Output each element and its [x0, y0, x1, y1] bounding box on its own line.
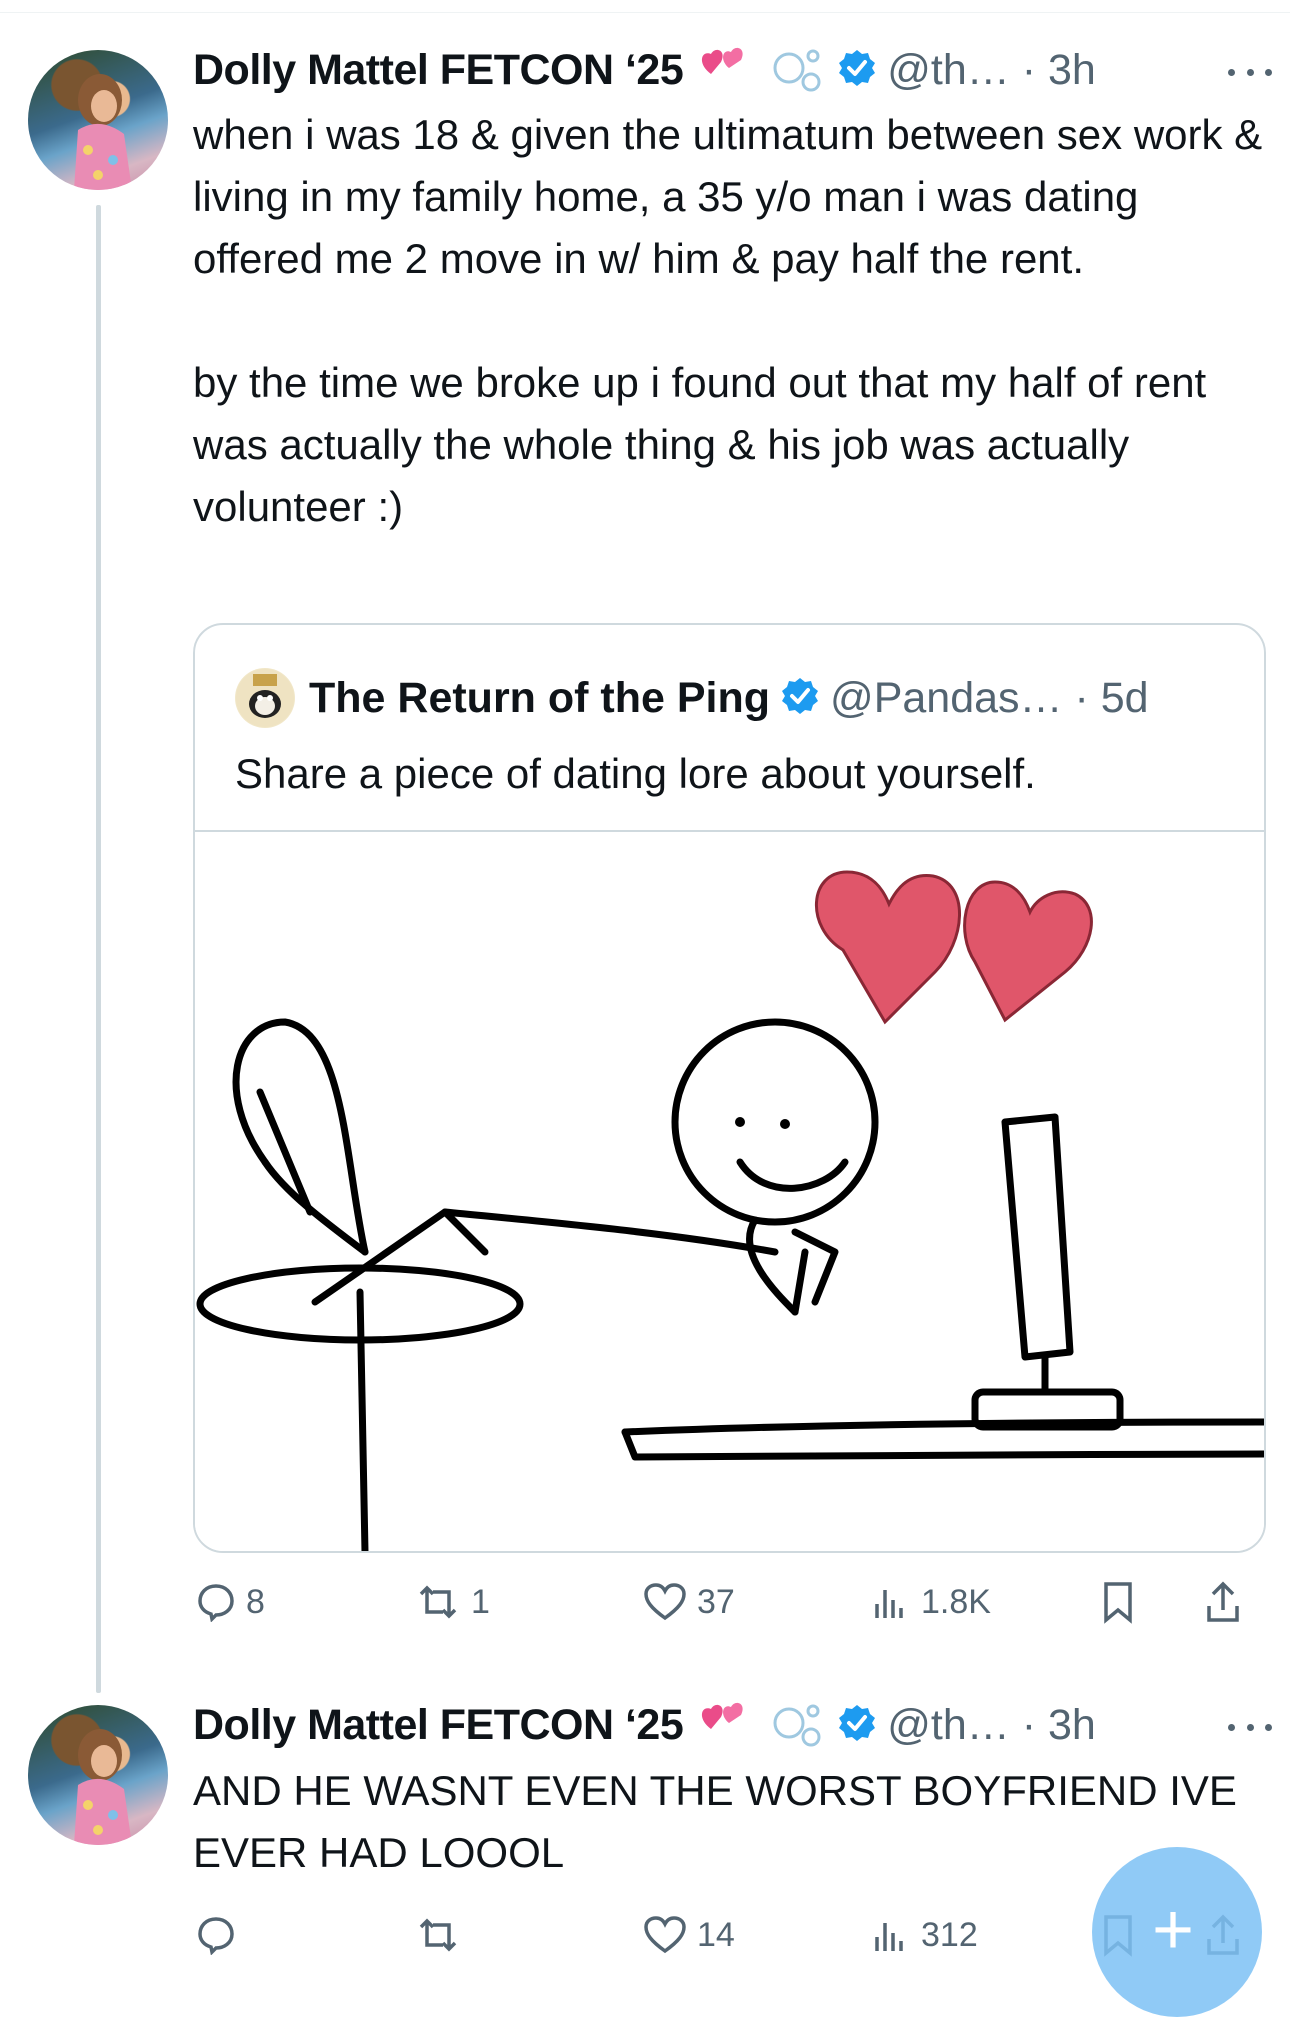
verified-badge-icon [780, 676, 820, 721]
quoted-handle-time[interactable]: @Pandas… · 5d [830, 674, 1149, 723]
avatar[interactable] [28, 1705, 168, 1845]
like-icon [644, 1916, 686, 1954]
more-icon[interactable] [1228, 57, 1272, 87]
views-icon [875, 1923, 903, 1951]
hearts-icon [815, 870, 1093, 1025]
tweet-header: Dolly Mattel FETCON ‘25 @th… · 3h [193, 1695, 1096, 1755]
like-button[interactable]: 14 [643, 1905, 735, 1965]
repost-count: 1 [471, 1582, 490, 1621]
author-name[interactable]: Dolly Mattel FETCON ‘25 [193, 46, 684, 95]
bubbles-icon [769, 1697, 825, 1754]
view-count: 1.8K [921, 1582, 991, 1621]
bookmark-icon [1104, 1582, 1132, 1624]
stick-figure-drawing [196, 870, 1264, 1551]
tweet-header: Dolly Mattel FETCON ‘25 @th… · 3h [193, 40, 1096, 100]
view-count: 312 [921, 1915, 978, 1954]
like-button[interactable]: 37 [643, 1572, 735, 1632]
repost-icon [419, 1585, 457, 1619]
reply-button[interactable]: 8 [196, 1572, 265, 1632]
reply-icon [198, 1917, 234, 1955]
reply-icon [198, 1584, 234, 1622]
like-icon [644, 1583, 686, 1621]
quoted-tweet-text: Share a piece of dating lore about yours… [235, 750, 1036, 797]
two-hearts-icon [697, 44, 755, 97]
views-icon [875, 1590, 903, 1618]
two-hearts-icon [697, 1699, 755, 1752]
like-count: 14 [697, 1915, 735, 1954]
author-handle-time[interactable]: @th… · 3h [887, 46, 1096, 95]
quoted-tweet[interactable]: The Return of the Ping @Pandas… · 5d Sha… [193, 623, 1266, 1553]
repost-button[interactable] [415, 1905, 471, 1965]
quoted-avatar[interactable] [235, 668, 295, 728]
views-button[interactable]: 312 [871, 1905, 978, 1965]
quoted-media-image[interactable] [195, 832, 1264, 1551]
repost-icon [419, 1918, 457, 1952]
share-icon [1207, 1581, 1239, 1622]
more-icon[interactable] [1228, 1712, 1272, 1742]
top-divider [0, 12, 1290, 13]
bubbles-icon [769, 42, 825, 99]
tweet-text: when i was 18 & given the ultimatum betw… [193, 111, 1263, 530]
thread-connector-line [96, 205, 101, 1693]
repost-button[interactable]: 1 [415, 1572, 490, 1632]
tweet-text: AND HE WASNT EVEN THE WORST BOYFRIEND IV… [193, 1767, 1237, 1876]
quoted-author-name[interactable]: The Return of the Ping [309, 674, 770, 723]
avatar-photo [74, 1729, 132, 1845]
verified-badge-icon [837, 1703, 877, 1748]
reply-button[interactable] [196, 1905, 246, 1965]
quoted-tweet-header: The Return of the Ping @Pandas… · 5d [235, 665, 1149, 731]
reply-count: 8 [246, 1582, 265, 1621]
like-count: 37 [697, 1582, 735, 1621]
verified-badge-icon [837, 48, 877, 93]
avatar[interactable] [28, 50, 168, 190]
tweet-actions: 8 1 37 1.8K [193, 1572, 1263, 1632]
compose-plus-icon: + [1152, 1890, 1195, 1970]
views-button[interactable]: 1.8K [871, 1572, 991, 1632]
bookmark-button[interactable] [1098, 1572, 1148, 1632]
share-button[interactable] [1203, 1572, 1253, 1632]
author-name[interactable]: Dolly Mattel FETCON ‘25 [193, 1701, 684, 1750]
avatar-photo [74, 74, 132, 190]
author-handle-time[interactable]: @th… · 3h [887, 1701, 1096, 1750]
